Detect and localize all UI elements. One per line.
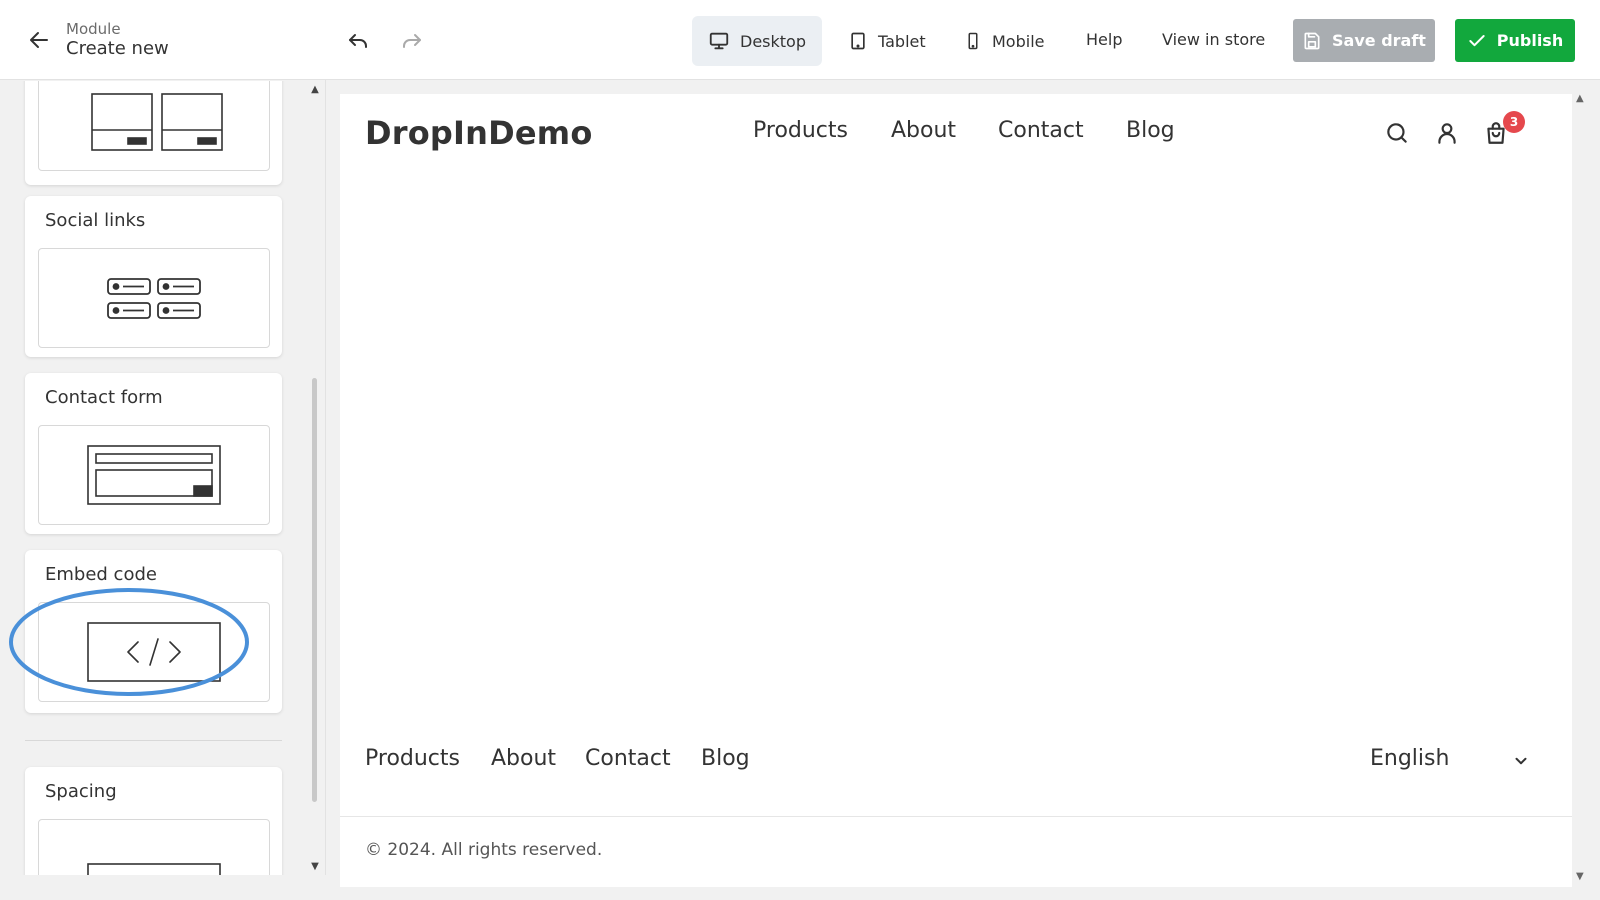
back-button[interactable]	[26, 27, 52, 53]
publish-label: Publish	[1496, 31, 1564, 50]
social-links-icon	[107, 278, 201, 319]
footer-link-blog[interactable]: Blog	[701, 746, 750, 771]
search-button[interactable]	[1384, 120, 1410, 146]
save-draft-button[interactable]: Save draft	[1293, 19, 1435, 62]
card-title: Embed code	[45, 564, 157, 585]
module-card-social-links[interactable]: Social links	[25, 196, 282, 357]
account-button[interactable]	[1434, 120, 1460, 146]
language-value: English	[1370, 746, 1450, 771]
desktop-icon	[709, 32, 729, 50]
arrow-left-icon	[30, 31, 48, 48]
module-card-spacing[interactable]: Spacing	[25, 767, 282, 875]
mobile-label: Mobile	[992, 31, 1045, 51]
contact-form-preview	[38, 425, 270, 525]
floppy-disk-icon	[1304, 32, 1320, 49]
card-title: Contact form	[45, 387, 163, 408]
module-card-contact-form[interactable]: Contact form	[25, 373, 282, 534]
header-subtitle: Module	[66, 19, 121, 38]
undo-icon	[349, 34, 367, 48]
tablet-view-button[interactable]: Tablet	[832, 16, 942, 66]
footer-divider	[340, 816, 1572, 817]
sidebar-scroll-up[interactable]: ▲	[308, 82, 322, 96]
user-icon	[1438, 123, 1456, 144]
highlight-circle	[9, 588, 249, 696]
section-divider	[25, 740, 282, 741]
footer-link-about[interactable]: About	[491, 746, 556, 771]
desktop-label: Desktop	[740, 31, 806, 51]
store-logo[interactable]: DropInDemo	[365, 114, 593, 152]
undo-button[interactable]	[346, 26, 374, 54]
module-card-embed-code[interactable]: Embed code	[9, 550, 282, 713]
cart-count-badge: 3	[1503, 111, 1525, 133]
contact-form-icon	[87, 445, 221, 505]
save-draft-label: Save draft	[1332, 31, 1426, 50]
tablet-icon	[851, 32, 865, 50]
canvas-scroll-up[interactable]: ▲	[1576, 93, 1584, 104]
sidebar-scroll-down[interactable]: ▼	[308, 859, 322, 873]
language-selector[interactable]: English	[1370, 746, 1540, 778]
module-sidebar: Module Create new Social links Contact f…	[0, 0, 326, 900]
sidebar-footer	[0, 875, 326, 900]
card-title: Spacing	[45, 781, 117, 802]
view-in-store-link[interactable]: View in store	[1162, 30, 1265, 49]
help-link[interactable]: Help	[1086, 30, 1122, 49]
module-list: Social links Contact form Embed code Spa…	[0, 81, 326, 875]
mobile-icon	[968, 32, 978, 50]
nav-contact[interactable]: Contact	[998, 118, 1084, 143]
module-card-columns[interactable]	[25, 81, 282, 185]
sidebar-scrollbar[interactable]	[312, 378, 317, 802]
two-column-layout-icon	[91, 93, 223, 151]
redo-icon	[403, 34, 421, 48]
editor-toolbar: Desktop Tablet Mobile Help View in store…	[326, 0, 1600, 80]
chevron-down-icon	[1515, 757, 1527, 765]
publish-button[interactable]: Publish	[1455, 19, 1575, 62]
social-links-preview	[38, 248, 270, 348]
columns-preview	[38, 81, 270, 171]
desktop-view-button[interactable]: Desktop	[692, 16, 822, 66]
footer-link-products[interactable]: Products	[365, 746, 460, 771]
nav-about[interactable]: About	[891, 118, 956, 143]
header-title: Create new	[66, 37, 169, 59]
sidebar-header: Module Create new	[0, 0, 326, 80]
nav-blog[interactable]: Blog	[1126, 118, 1175, 143]
spacing-preview	[38, 819, 270, 875]
footer-link-contact[interactable]: Contact	[585, 746, 671, 771]
preview-canvas: DropInDemo Products About Contact Blog 3…	[326, 81, 1600, 900]
search-icon	[1387, 123, 1407, 143]
mobile-view-button[interactable]: Mobile	[948, 16, 1060, 66]
redo-button[interactable]	[400, 26, 428, 54]
canvas-scroll-down[interactable]: ▼	[1576, 871, 1584, 882]
tablet-label: Tablet	[878, 31, 926, 51]
copyright-text: © 2024. All rights reserved.	[365, 840, 603, 860]
card-title: Social links	[45, 210, 146, 231]
spacing-icon	[87, 863, 221, 875]
store-page-preview: DropInDemo Products About Contact Blog 3…	[340, 94, 1572, 887]
nav-products[interactable]: Products	[753, 118, 848, 143]
checkmark-icon	[1469, 34, 1485, 46]
